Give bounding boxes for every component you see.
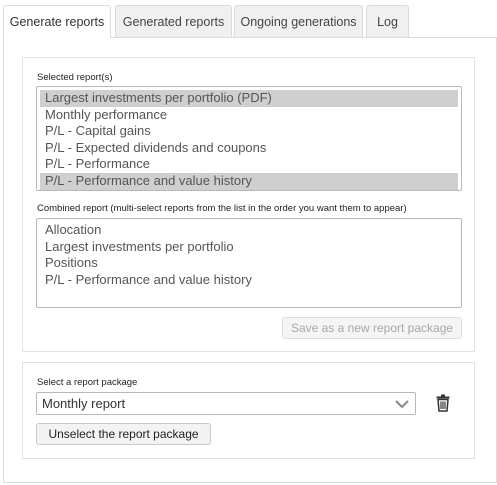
tab-generated-reports[interactable]: Generated reports xyxy=(115,5,232,37)
tab-generate-reports[interactable]: Generate reports xyxy=(3,5,111,38)
list-item[interactable]: Monthly performance xyxy=(40,107,458,124)
combined-report-label: Combined report (multi-select reports fr… xyxy=(37,203,407,214)
combined-report-listbox[interactable]: Allocation Largest investments per portf… xyxy=(36,218,462,308)
list-item[interactable]: P/L - Capital gains xyxy=(40,123,458,140)
list-item[interactable]: P/L - Performance and value history xyxy=(40,272,458,289)
list-item[interactable]: P/L - Expected dividends and coupons xyxy=(40,140,458,157)
tab-log[interactable]: Log xyxy=(366,5,409,37)
tab-bar: Generate reports Generated reports Ongoi… xyxy=(3,5,497,38)
list-item[interactable]: P/L - Performance and value history xyxy=(40,172,458,190)
list-item[interactable]: Allocation xyxy=(40,222,458,239)
selected-reports-label: Selected report(s) xyxy=(37,72,113,83)
report-package-select-value: Monthly report xyxy=(42,396,126,411)
select-report-package-label: Select a report package xyxy=(37,377,138,388)
list-item[interactable]: Largest investments per portfolio (PDF) xyxy=(40,90,458,107)
list-item[interactable]: P/L - Performance xyxy=(40,156,458,173)
selected-reports-listbox[interactable]: Largest investments per portfolio (PDF) … xyxy=(36,86,462,191)
save-report-package-button[interactable]: Save as a new report package xyxy=(282,317,462,339)
report-package-select[interactable]: Monthly report xyxy=(36,392,416,415)
list-item[interactable]: Positions xyxy=(40,255,458,272)
trash-icon[interactable] xyxy=(436,394,450,412)
tab-ongoing-generations[interactable]: Ongoing generations xyxy=(234,5,363,37)
chevron-down-icon xyxy=(395,400,409,409)
list-item[interactable]: Largest investments per portfolio xyxy=(40,239,458,256)
unselect-report-package-button[interactable]: Unselect the report package xyxy=(36,423,211,445)
